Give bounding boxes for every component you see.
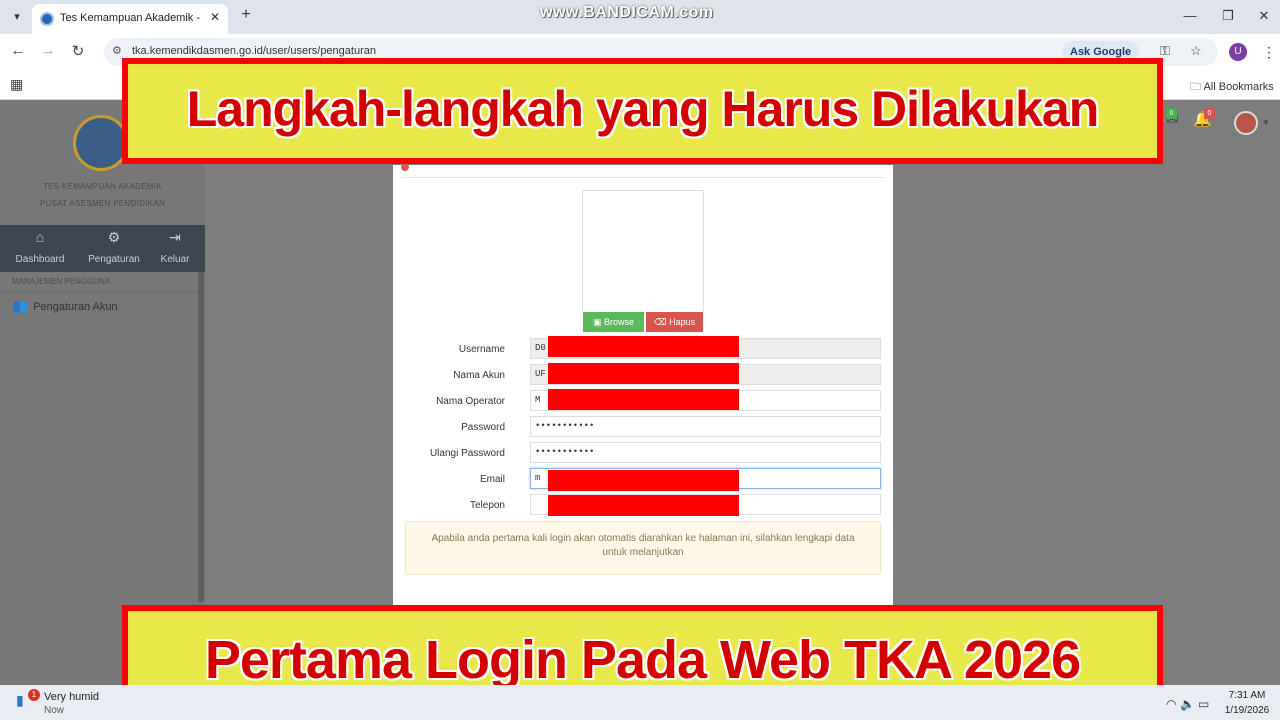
sidebar-section-label: MANAJEMEN PENGGUNA (12, 277, 111, 286)
new-tab-button[interactable]: + (236, 6, 256, 24)
user-avatar[interactable] (1234, 111, 1258, 135)
org-name-line2: PUSAT ASESMEN PENDIDIKAN (39, 199, 166, 208)
all-bookmarks-button[interactable]: 🗀 All Bookmarks (1190, 78, 1274, 97)
modal-header-icon (401, 163, 409, 171)
forward-button[interactable]: → (38, 42, 58, 59)
logo-icon (73, 115, 129, 171)
nama-operator-label: Nama Operator (436, 396, 505, 407)
volume-icon[interactable]: 🔈 (1180, 697, 1195, 711)
site-favicon-icon (40, 12, 54, 26)
sidebar-quick-nav: ⌂ Dashboard ⚙ Pengaturan ⇥ Keluar (0, 225, 205, 272)
site-info-icon[interactable]: ⚙ (112, 44, 122, 57)
browser-tab[interactable]: Tes Kemampuan Akademik - Ta ✕ (32, 4, 228, 34)
weather-icon[interactable]: ▮ (16, 692, 24, 709)
chevron-down-icon[interactable]: ▼ (1262, 118, 1270, 127)
bottom-title-text: Pertama Login Pada Web TKA 2026 (204, 630, 1081, 690)
tab-search-button[interactable]: ▾ (6, 6, 28, 28)
browse-label: Browse (604, 317, 635, 327)
top-title-text: Langkah-langkah yang Harus Dilakukan (186, 81, 1100, 137)
bookmark-star-icon[interactable]: ☆ (1190, 43, 1202, 59)
username-label: Username (458, 344, 505, 355)
email-label: Email (479, 474, 505, 485)
hapus-button[interactable]: ⌫ Hapus (646, 312, 703, 332)
browse-button[interactable]: ▣ Browse (583, 312, 644, 332)
restore-button[interactable]: ❐ (1218, 8, 1238, 24)
tab-title: Tes Kemampuan Akademik - Ta (60, 12, 200, 24)
password-label: Password (461, 422, 505, 433)
eraser-icon: ⌫ (653, 317, 670, 327)
clock-time[interactable]: 7:31 AM (1222, 690, 1272, 701)
close-window-button[interactable]: ✕ (1254, 8, 1274, 24)
sidebar-item-dashboard[interactable]: ⌂ Dashboard (6, 229, 74, 267)
sidebar-item-keluar[interactable]: ⇥ Keluar (141, 229, 209, 267)
close-tab-icon[interactable]: ✕ (210, 10, 220, 24)
modal-header-divider (401, 177, 885, 178)
sidebar-item-label: Keluar (160, 254, 190, 265)
wifi-icon[interactable]: ◠ (1166, 697, 1176, 711)
profile-avatar-button[interactable]: U (1229, 43, 1247, 61)
sidebar-item-label: Pengaturan (88, 254, 140, 265)
sidebar-item-pengaturan[interactable]: ⚙ Pengaturan (80, 229, 148, 267)
minimize-button[interactable]: — (1180, 8, 1200, 23)
alert-badge: 0 (1204, 108, 1215, 119)
password-key-icon[interactable]: ⚿ (1160, 43, 1170, 59)
redaction-box (548, 389, 739, 410)
all-bookmarks-label: All Bookmarks (1203, 81, 1274, 93)
user-cog-icon: 👥 (12, 298, 29, 313)
browser-tab-bar: ▾ Tes Kemampuan Akademik - Ta ✕ + www.BA… (0, 0, 1280, 34)
nama-akun-label: Nama Akun (453, 370, 505, 381)
folder-icon: 🗀 (1190, 81, 1204, 93)
ulangi-password-field[interactable]: ••••••••••• (530, 442, 881, 463)
account-settings-modal: ▣ Browse ⌫ Hapus Username D0 Nama Akun U… (393, 163, 893, 605)
back-button[interactable]: ← (8, 42, 28, 59)
clock-date[interactable]: 1/19/2026 (1218, 705, 1276, 716)
top-title-banner: Langkah-langkah yang Harus Dilakukan (122, 58, 1163, 164)
sidebar-divider (0, 291, 198, 292)
sidebar-item-label: Pengaturan Akun (33, 301, 118, 313)
recording-watermark: www.BANDICAM.com (540, 4, 714, 21)
url-text[interactable]: tka.kemendikdasmen.go.id/user/users/peng… (132, 45, 376, 57)
redaction-box (548, 363, 739, 384)
sidebar-scrollbar[interactable] (198, 272, 204, 602)
browser-menu-icon[interactable]: ⋮ (1262, 44, 1276, 61)
redaction-box (548, 470, 739, 491)
redaction-box (548, 495, 739, 516)
windows-taskbar: ▮ 1 Very humid Now ◠ 🔈 ▭ 7:31 AM 1/19/20… (0, 685, 1280, 720)
battery-icon[interactable]: ▭ (1198, 697, 1209, 711)
telepon-label: Telepon (469, 500, 505, 511)
home-icon: ⌂ (35, 229, 45, 245)
first-login-notice: Apabila anda pertama kali login akan oto… (405, 521, 881, 575)
org-name-line1: TES KEMAMPUAN AKADEMIK (42, 182, 163, 191)
hapus-label: Hapus (669, 317, 696, 327)
message-badge: 0 (1166, 108, 1177, 119)
weather-label[interactable]: Very humid (44, 691, 99, 703)
profile-photo-preview (582, 190, 704, 313)
user-gear-icon: ⚙ (107, 229, 121, 245)
apps-grid-icon[interactable]: ▦ (10, 76, 23, 93)
sidebar-item-label: Dashboard (15, 254, 65, 265)
sidebar-item-pengaturan-akun[interactable]: 👥 Pengaturan Akun (12, 298, 118, 314)
reload-button[interactable]: ↻ (68, 42, 88, 60)
image-icon: ▣ (592, 317, 604, 327)
password-field[interactable]: ••••••••••• (530, 416, 881, 437)
weather-time-label: Now (44, 705, 65, 716)
ulangi-password-label: Ulangi Password (429, 448, 505, 459)
logout-icon: ⇥ (169, 229, 181, 245)
redaction-box (548, 336, 739, 357)
weather-badge: 1 (28, 689, 40, 701)
